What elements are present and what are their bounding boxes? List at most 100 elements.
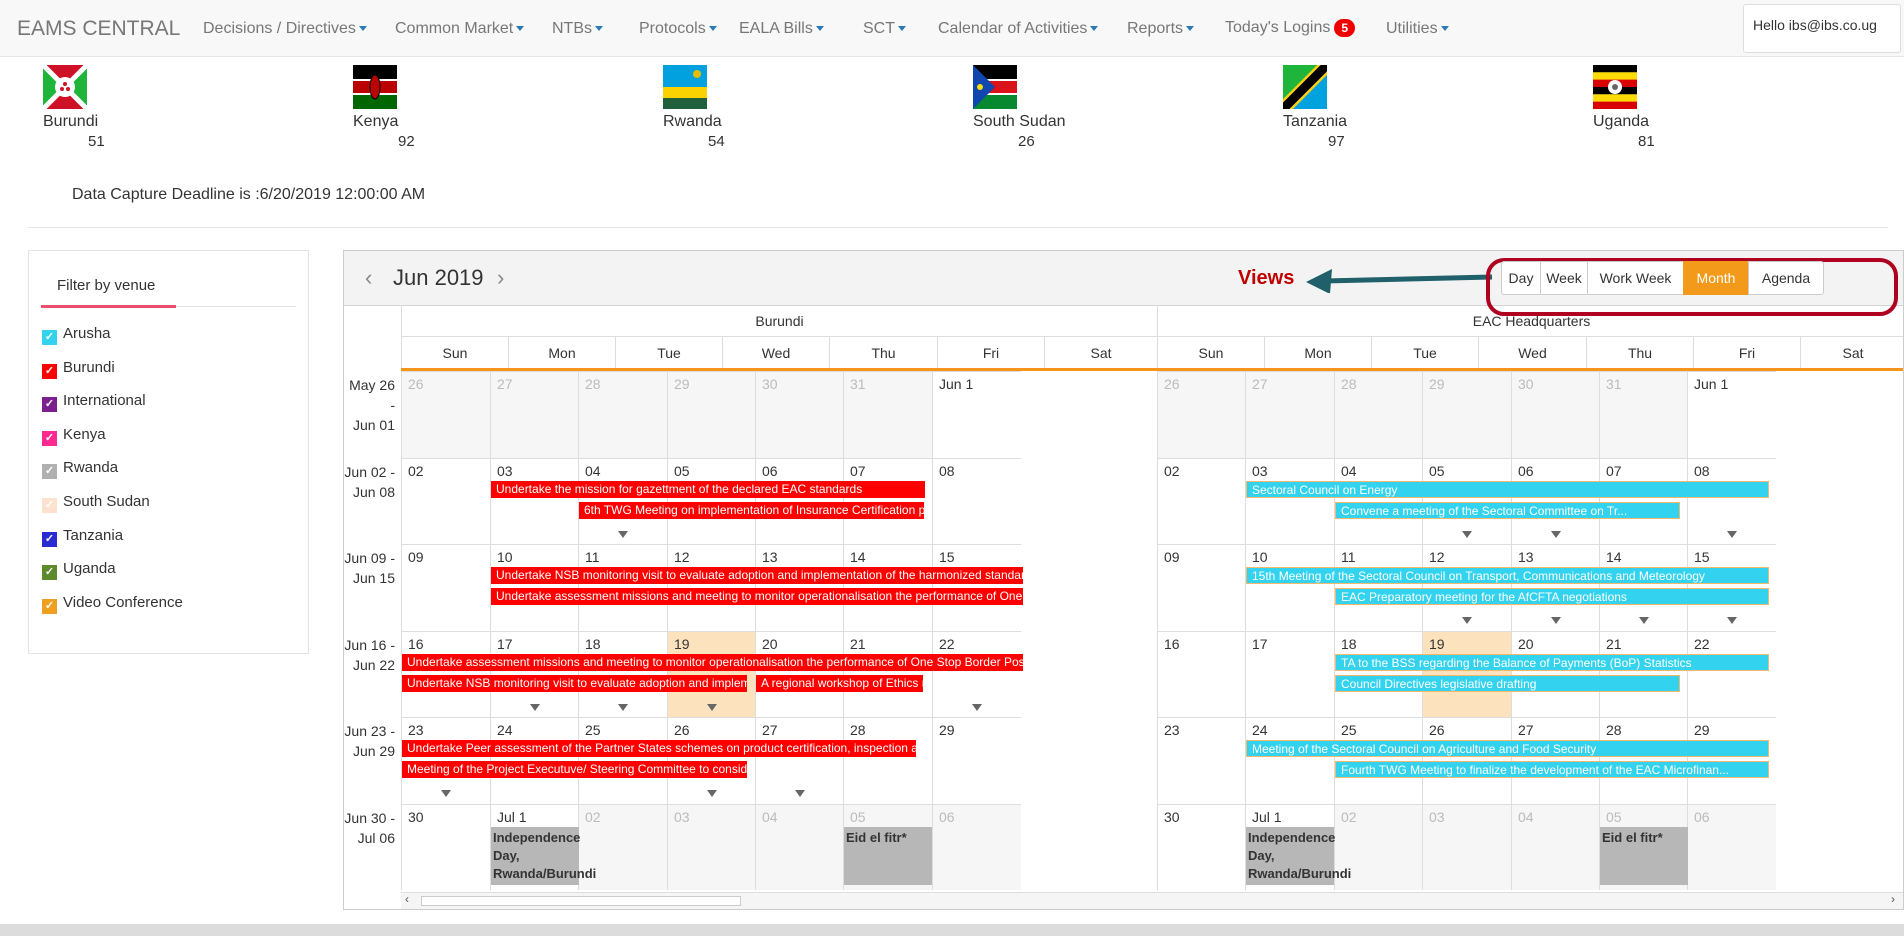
venue-filter-item[interactable]: ✓ Video Conference (42, 594, 183, 614)
nav-reports[interactable]: Reports (1127, 20, 1195, 38)
day-cell[interactable]: 29 (667, 371, 756, 458)
day-cell[interactable]: 27 (490, 371, 579, 458)
checkbox-checked-icon[interactable]: ✓ (42, 464, 57, 480)
current-date-title[interactable]: Jun 2019 (393, 265, 484, 291)
country-kenya[interactable]: Kenya 92 (353, 65, 473, 150)
calendar-event[interactable]: TA to the BSS regarding the Balance of P… (1335, 653, 1770, 671)
checkbox-checked-icon[interactable]: ✓ (42, 430, 57, 446)
show-more-icon[interactable] (795, 790, 805, 797)
day-cell[interactable]: 03 (490, 457, 579, 544)
day-cell[interactable]: 03 (1422, 803, 1511, 890)
calendar-event[interactable]: Convene a meeting of the Sectoral Commit… (1335, 501, 1681, 519)
show-more-icon[interactable] (441, 790, 451, 797)
day-cell[interactable]: 08 (932, 457, 1021, 544)
view-month-button[interactable]: Month (1683, 261, 1749, 295)
checkbox-checked-icon[interactable]: ✓ (42, 598, 57, 614)
nav-protocols[interactable]: Protocols (639, 20, 717, 38)
view-day-button[interactable]: Day (1501, 261, 1541, 295)
day-cell[interactable]: Jun 1 (1687, 371, 1776, 458)
show-more-icon[interactable] (1462, 617, 1472, 624)
show-more-icon[interactable] (618, 703, 628, 711)
day-cell[interactable]: 30 (401, 803, 490, 890)
day-cell[interactable]: 17 (1245, 630, 1334, 717)
country-burundi[interactable]: Burundi 51 (43, 65, 163, 150)
show-more-icon[interactable] (707, 790, 717, 797)
nav-sct[interactable]: SCT (863, 20, 906, 38)
checkbox-checked-icon[interactable]: ✓ (42, 565, 57, 581)
venue-filter-item[interactable]: ✓ Kenya (42, 426, 106, 446)
calendar-event[interactable]: Meeting of the Project Executuve/ Steeri… (402, 761, 748, 778)
checkbox-checked-icon[interactable]: ✓ (42, 397, 57, 413)
show-more-icon[interactable] (1727, 530, 1737, 538)
chevron-right-icon[interactable]: › (497, 265, 504, 291)
calendar-event[interactable]: A regional workshop of Ethics re... (756, 674, 924, 692)
calendar-event[interactable]: Undertake Peer assessment of the Partner… (402, 740, 917, 757)
calendar-event[interactable]: 6th TWG Meeting on implementation of Ins… (579, 501, 925, 519)
calendar-event[interactable]: Fourth TWG Meeting to finalize the devel… (1335, 761, 1770, 778)
day-cell[interactable]: Jun 1 (932, 371, 1021, 458)
venue-filter-item[interactable]: ✓ Arusha (42, 325, 111, 345)
calendar-event[interactable]: Meeting of the Sectoral Council on Agric… (1246, 740, 1770, 757)
holiday-event[interactable]: Eid el fitr* (1600, 826, 1688, 885)
show-more-icon[interactable] (1727, 617, 1737, 624)
show-more-icon[interactable] (618, 530, 628, 538)
venue-filter-item[interactable]: ✓ Uganda (42, 560, 116, 581)
show-more-icon[interactable] (1551, 617, 1561, 624)
day-cell[interactable]: 27 (1245, 371, 1334, 458)
day-cell[interactable]: 30 (755, 371, 844, 458)
brand[interactable]: EAMS CENTRAL (17, 17, 180, 41)
checkbox-checked-icon[interactable]: ✓ (42, 531, 57, 547)
scroll-right-icon[interactable]: › (1891, 892, 1895, 906)
holiday-event[interactable]: Independence Day, Rwanda/Burundi (491, 826, 596, 885)
calendar-event[interactable]: Undertake assessment missions and meetin… (491, 588, 1023, 605)
day-cell[interactable]: 02 (401, 457, 490, 544)
day-cell[interactable]: 28 (1334, 371, 1423, 458)
user-menu[interactable]: Hello ibs@ibs.co.ug (1743, 4, 1901, 53)
country-tanzania[interactable]: Tanzania 97 (1283, 65, 1403, 150)
nav-decisions[interactable]: Decisions / Directives (203, 20, 367, 38)
show-more-icon[interactable] (1462, 530, 1472, 538)
chevron-left-icon[interactable]: ‹ (365, 265, 372, 291)
day-cell[interactable]: 28 (578, 371, 667, 458)
calendar-event[interactable]: Sectoral Council on Energy (1246, 480, 1770, 498)
calendar-event[interactable]: 15th Meeting of the Sectoral Council on … (1246, 567, 1770, 584)
holiday-event[interactable]: Independence Day, Rwanda/Burundi (1246, 826, 1351, 885)
day-cell[interactable]: 06 (1687, 803, 1776, 890)
day-cell[interactable]: 23 (1157, 717, 1246, 804)
venue-filter-item[interactable]: ✓ Burundi (42, 359, 115, 379)
day-cell[interactable]: 30 (1511, 371, 1600, 458)
show-more-icon[interactable] (1639, 617, 1649, 624)
nav-eala-bills[interactable]: EALA Bills (739, 20, 824, 38)
day-cell[interactable]: 26 (1157, 371, 1246, 458)
country-rwanda[interactable]: Rwanda 54 (663, 65, 783, 150)
day-cell[interactable]: 29 (1422, 371, 1511, 458)
day-cell[interactable]: 26 (401, 371, 490, 458)
day-cell[interactable]: 03 (667, 803, 756, 890)
view-week-button[interactable]: Week (1540, 261, 1588, 295)
venue-filter-item[interactable]: ✓ International (42, 392, 146, 413)
nav-common-market[interactable]: Common Market (395, 20, 525, 38)
day-cell[interactable]: 09 (401, 544, 490, 631)
show-more-icon[interactable] (1551, 530, 1561, 538)
day-cell[interactable]: 06 (932, 803, 1021, 890)
scroll-left-icon[interactable]: ‹ (405, 892, 409, 906)
day-cell[interactable]: 04 (755, 803, 844, 890)
nav-todays-logins[interactable]: Today's Logins 5 (1225, 19, 1356, 37)
calendar-event[interactable]: EAC Preparatory meeting for the AfCFTA n… (1335, 588, 1770, 605)
day-cell[interactable]: 24 (1245, 717, 1334, 804)
show-more-icon[interactable] (707, 703, 717, 711)
country-uganda[interactable]: Uganda 81 (1593, 65, 1713, 150)
venue-filter-item[interactable]: ✓ South Sudan (42, 493, 150, 513)
nav-ntbs[interactable]: NTBs (552, 20, 603, 38)
show-more-icon[interactable] (972, 703, 982, 711)
checkbox-checked-icon[interactable]: ✓ (42, 363, 57, 379)
view-agenda-button[interactable]: Agenda (1748, 261, 1824, 295)
day-cell[interactable]: 03 (1245, 457, 1334, 544)
day-cell[interactable]: 30 (1157, 803, 1246, 890)
checkbox-checked-icon[interactable]: ✓ (42, 498, 57, 513)
day-cell[interactable]: 09 (1157, 544, 1246, 631)
day-cell[interactable]: 31 (1599, 371, 1688, 458)
calendar-event[interactable]: Undertake assessment missions and meetin… (402, 653, 1023, 671)
show-more-icon[interactable] (530, 703, 540, 711)
checkbox-checked-icon[interactable]: ✓ (42, 330, 57, 345)
